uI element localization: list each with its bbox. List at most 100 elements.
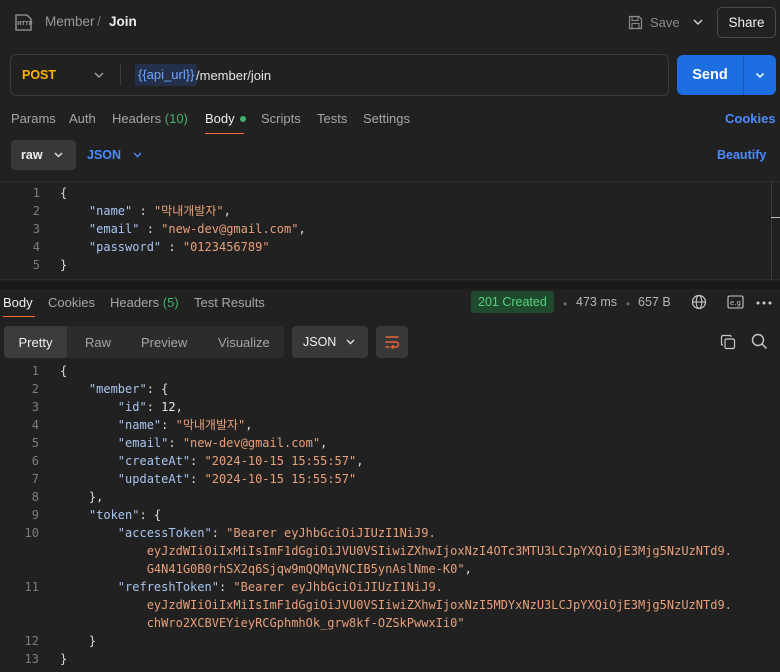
code-token: "updateAt"	[117, 472, 191, 486]
code-line: 10 "accessToken": "Bearer eyJhbGciOiJIUz…	[0, 524, 780, 542]
chevron-down-icon[interactable]	[691, 14, 705, 30]
code-token: }	[60, 258, 68, 272]
svg-text:e.g: e.g	[730, 299, 741, 307]
tab-headers-count: (10)	[164, 111, 188, 126]
code-line: 2 "name" : "막내개발자",	[0, 202, 770, 220]
tab-params[interactable]: Params	[11, 111, 56, 126]
response-tab-headers-label: Headers	[110, 295, 160, 310]
tab-settings[interactable]: Settings	[363, 111, 410, 126]
view-preview-button[interactable]: Preview	[141, 335, 187, 350]
code-line: 5 "email": "new-dev@gmail.com",	[0, 434, 780, 452]
code-line: 3 "email" : "new-dev@gmail.com",	[0, 220, 770, 238]
copy-icon[interactable]	[720, 334, 736, 350]
code-line: 11 "refreshToken": "Bearer eyJhbGciOiJIU…	[0, 578, 780, 596]
code-line: 4 "password" : "0123456789"	[0, 238, 770, 256]
response-tab-cookies[interactable]: Cookies	[48, 295, 95, 310]
editor-scrollbar[interactable]	[771, 181, 772, 280]
meta-separator: •	[563, 297, 568, 311]
response-body-code[interactable]: 1{2 "member": {3 "id": 12, 4 "name": "막내개…	[0, 362, 780, 668]
url-input[interactable]: /member/join	[196, 68, 271, 83]
response-time[interactable]: 473 ms	[576, 295, 617, 309]
code-line: 7 "updateAt": "2024-10-15 15:55:57"	[0, 470, 780, 488]
code-token: ,	[356, 454, 364, 468]
code-token: "new-dev@gmail.com"	[182, 436, 321, 450]
tab-auth[interactable]: Auth	[69, 111, 96, 126]
line-number: 1	[32, 186, 40, 200]
meta-separator: •	[626, 297, 631, 311]
cookies-link[interactable]: Cookies	[725, 111, 776, 126]
globe-icon[interactable]	[691, 294, 707, 310]
tab-scripts[interactable]: Scripts	[261, 111, 301, 126]
chevron-down-icon	[346, 339, 355, 345]
line-number: 3	[31, 400, 39, 414]
code-token: "2024-10-15 15:55:57"	[204, 472, 357, 486]
code-token: "name"	[117, 418, 162, 432]
url-bar[interactable]	[10, 54, 669, 96]
code-token: "password"	[88, 240, 162, 254]
method-select[interactable]: POST	[22, 68, 56, 82]
chevron-down-icon[interactable]	[92, 68, 106, 82]
line-number: 8	[31, 490, 39, 504]
search-icon[interactable]	[751, 333, 768, 350]
response-format-label: JSON	[303, 335, 337, 349]
code-token: },	[60, 490, 104, 504]
more-icon[interactable]	[756, 301, 772, 305]
share-button[interactable]: Share	[717, 7, 776, 38]
tab-headers[interactable]: Headers (10)	[112, 111, 188, 126]
code-token: chWro2XCBVEYieyRCGphmhOk_grw8kf-OZSkPwwx…	[60, 616, 465, 630]
line-number: 10	[24, 526, 39, 540]
code-line: eyJzdWIiOiIxMiIsImF1dGgiOiJVU0VSIiwiZXhw…	[0, 542, 780, 560]
view-visualize-button[interactable]: Visualize	[218, 335, 270, 350]
line-number: 2	[31, 382, 39, 396]
view-raw-button[interactable]: Raw	[85, 335, 111, 350]
code-token: :	[218, 580, 234, 594]
line-number: 3	[32, 222, 40, 236]
send-options-button[interactable]	[743, 55, 776, 95]
code-token: "member"	[88, 382, 147, 396]
code-line: eyJzdWIiOiIxMiIsImF1dGgiOiJVU0VSIiwiZXhw…	[0, 596, 780, 614]
response-size[interactable]: 657 B	[638, 295, 671, 309]
pane-divider[interactable]	[0, 281, 780, 289]
example-icon[interactable]: e.g	[727, 295, 744, 309]
code-token: 12	[161, 400, 176, 414]
tab-body[interactable]: Body	[205, 111, 235, 126]
body-format-select[interactable]: JSON	[87, 148, 121, 162]
request-body-code[interactable]: 1{2 "name" : "막내개발자", 3 "email" : "new-de…	[0, 184, 770, 274]
chevron-down-icon	[755, 72, 765, 79]
line-number: 9	[31, 508, 39, 522]
response-tab-body[interactable]: Body	[3, 295, 33, 310]
save-icon[interactable]	[628, 15, 643, 30]
http-icon: HTTP	[15, 14, 33, 31]
breadcrumb-current[interactable]: Join	[109, 14, 137, 29]
beautify-button[interactable]: Beautify	[717, 148, 766, 162]
chevron-down-icon[interactable]	[131, 148, 144, 161]
code-token: "id"	[117, 400, 147, 414]
tab-tests[interactable]: Tests	[317, 111, 347, 126]
status-badge[interactable]: 201 Created	[471, 291, 554, 313]
code-token: ,	[223, 204, 231, 218]
send-button[interactable]: Send	[677, 55, 743, 95]
line-number: 13	[24, 652, 39, 666]
line-number: 12	[24, 634, 39, 648]
view-pretty-button[interactable]: Pretty	[4, 326, 67, 358]
breadcrumb-parent[interactable]: Member	[45, 14, 95, 29]
line-number: 7	[31, 472, 39, 486]
save-button[interactable]: Save	[650, 15, 680, 30]
code-token: eyJzdWIiOiIxMiIsImF1dGgiOiJVU0VSIiwiZXhw…	[60, 544, 732, 558]
body-mode-label: raw	[21, 148, 43, 162]
wrap-lines-button[interactable]	[376, 326, 408, 358]
code-token: ,	[298, 222, 306, 236]
response-tab-test-results[interactable]: Test Results	[194, 295, 265, 310]
response-tab-headers[interactable]: Headers (5)	[110, 295, 179, 310]
line-number: 1	[31, 364, 39, 378]
code-token: "refreshToken"	[117, 580, 219, 594]
url-variable[interactable]: {{api_url}}	[135, 64, 198, 86]
code-line: 1{	[0, 362, 780, 380]
code-token: "token"	[88, 508, 140, 522]
